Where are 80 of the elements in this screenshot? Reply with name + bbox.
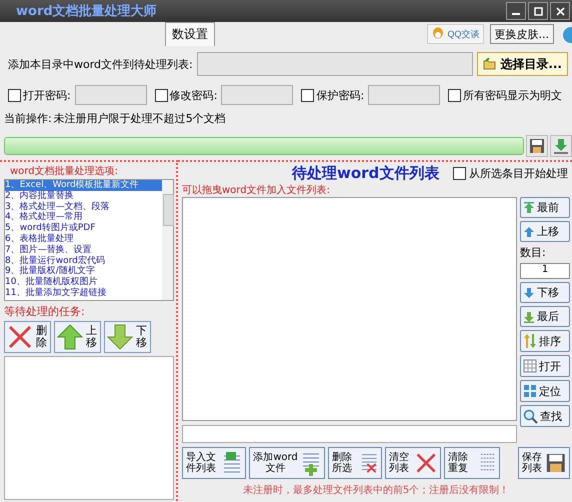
folder-icon [483, 58, 498, 70]
down-arrow-icon [523, 310, 535, 322]
checkbox-label: 打开密码: [23, 88, 71, 102]
up-button[interactable]: 上移 [520, 221, 570, 242]
globe-icon[interactable] [560, 26, 572, 44]
option-item[interactable]: 2、内容批量替换 [5, 190, 162, 202]
password-field[interactable] [368, 85, 440, 105]
option-item[interactable]: 4、格式处理—常用 [5, 212, 162, 224]
option-item[interactable]: 8、批量运行word宏代码 [5, 256, 162, 266]
penguin-icon [431, 27, 446, 41]
maximize-icon [534, 6, 542, 16]
options-title: word文档批量处理选项: [9, 164, 119, 179]
count-field[interactable]: 1 [520, 263, 570, 279]
password-field[interactable] [74, 85, 147, 105]
top-button[interactable]: 最前 [520, 197, 570, 218]
maximize-button[interactable] [528, 2, 548, 20]
sort-button[interactable]: 排序 [520, 330, 570, 352]
close-icon [556, 6, 564, 16]
down-arrow-icon [107, 324, 133, 350]
bottom-button[interactable]: 最后 [520, 306, 570, 327]
current-operation-label: 当前操作: [4, 111, 52, 127]
qq-chat-button[interactable]: QQ交谈 [427, 24, 484, 44]
option-item[interactable]: 10、批量随机版权图片 [5, 277, 162, 288]
path-field[interactable] [182, 425, 517, 443]
checkbox[interactable] [154, 88, 168, 102]
minimize-icon [512, 13, 520, 15]
checkbox[interactable] [448, 88, 462, 102]
option-item[interactable]: 11、批量添加文字超链接 [5, 288, 162, 299]
squares-icon [523, 384, 537, 398]
drag-hint: 可以拖曳word文件加入文件列表: [182, 184, 331, 197]
save-icon[interactable] [526, 135, 548, 157]
checkbox[interactable] [8, 88, 21, 102]
down-button[interactable]: 下移 [520, 282, 570, 303]
window-title: word文档批量处理大师 [16, 2, 157, 20]
tasks-title: 等待处理的任务: [4, 304, 86, 320]
option-item[interactable]: 6、表格批量处理 [5, 234, 162, 245]
locate-button[interactable]: 定位 [520, 380, 570, 402]
search-button[interactable]: 查找 [520, 405, 570, 427]
tab[interactable]: 数设置 [165, 22, 215, 46]
checkbox-label: 修改密码: [170, 88, 218, 102]
option-item[interactable]: 9、批量版权/随机文字 [5, 266, 162, 278]
select-folder-button[interactable]: 选择目录... [477, 52, 568, 76]
grid-icon [523, 359, 537, 373]
count-label: 数目: [520, 245, 547, 260]
folder-path-field[interactable] [196, 52, 474, 76]
password-field[interactable] [221, 85, 294, 105]
folder-label: 添加本目录中word文件到待处理列表: [8, 56, 193, 72]
file-list-title: 待处理word文件列表 [292, 164, 440, 183]
change-skin-button[interactable]: 更换皮肤... [490, 24, 554, 44]
checkbox-label: 保护密码: [316, 88, 364, 102]
down-arrow-icon [523, 286, 535, 298]
add-list-button[interactable]: 添加word文件 [249, 447, 325, 479]
save-list-button[interactable]: 保存列表 [518, 447, 570, 479]
checkbox-label: 从所选条目开始处理 [469, 166, 568, 181]
up-arrow-icon [57, 324, 83, 350]
download-icon[interactable] [550, 135, 572, 157]
import-list-button[interactable]: 导入文件列表 [182, 447, 246, 479]
option-item[interactable]: 5、word转图片或PDF [5, 223, 162, 234]
checkbox-label: 所有密码显示为明文 [463, 88, 562, 102]
cross-icon [7, 324, 33, 350]
close-button[interactable] [550, 2, 570, 20]
open-button[interactable]: 打开 [520, 355, 570, 377]
remove-list-button[interactable]: 删除所选 [328, 447, 382, 479]
option-item[interactable]: 7、图片—替换、设置 [5, 244, 162, 256]
option-item[interactable]: 3、格式处理—文档、段落 [5, 202, 162, 212]
delete-task-button[interactable]: 删除 [4, 321, 51, 353]
up-arrow-icon [523, 202, 535, 214]
down-task-button[interactable]: 下移 [104, 321, 151, 353]
checkbox[interactable] [301, 88, 314, 102]
checkbox[interactable] [453, 167, 466, 180]
clear-list-button[interactable]: 清空列表 [385, 447, 441, 479]
up-arrow-icon [523, 226, 535, 238]
current-operation-text: 未注册用户限于处理不超过5个文档 [54, 111, 226, 127]
sort-icon [523, 333, 537, 349]
notice-text: 未注册时，最多处理文件列表中的前5个；注册后没有限制！ [242, 484, 510, 497]
search-icon [523, 408, 538, 424]
dedupe-list-button[interactable]: 清除重复 [444, 447, 500, 479]
up-task-button[interactable]: 上移 [54, 321, 101, 353]
scrollbar[interactable] [162, 180, 173, 300]
minimize-button[interactable] [506, 2, 526, 20]
